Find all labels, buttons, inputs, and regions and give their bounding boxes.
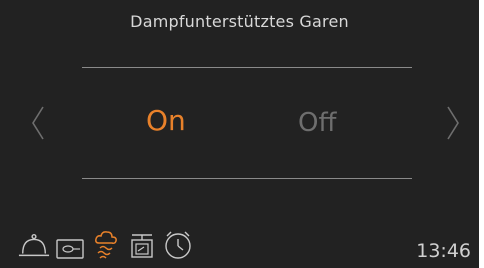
steam-assist-button[interactable] — [90, 230, 122, 260]
cloche-button[interactable] — [18, 230, 50, 260]
function-tray — [18, 230, 194, 260]
scale-button[interactable] — [126, 230, 158, 260]
meat-probe-icon — [56, 239, 84, 259]
divider-bottom — [82, 178, 412, 179]
steam-assist-icon — [95, 231, 117, 259]
page-title: Dampfunterstütztes Garen — [130, 12, 349, 31]
cloche-icon — [18, 233, 50, 257]
next-button[interactable] — [443, 105, 463, 141]
scale-icon — [131, 234, 153, 258]
meat-probe-button[interactable] — [54, 230, 86, 260]
divider-top — [82, 67, 412, 68]
timer-button[interactable] — [162, 230, 194, 260]
option-off[interactable]: Off — [298, 108, 336, 138]
chevron-right-icon — [447, 106, 459, 140]
previous-button[interactable] — [28, 105, 48, 141]
oven-display: Dampfunterstütztes Garen On Off 13:46 — [0, 0, 479, 268]
clock: 13:46 — [416, 240, 471, 262]
chevron-left-icon — [32, 106, 44, 140]
timer-icon — [165, 231, 191, 259]
option-on[interactable]: On — [146, 104, 186, 137]
